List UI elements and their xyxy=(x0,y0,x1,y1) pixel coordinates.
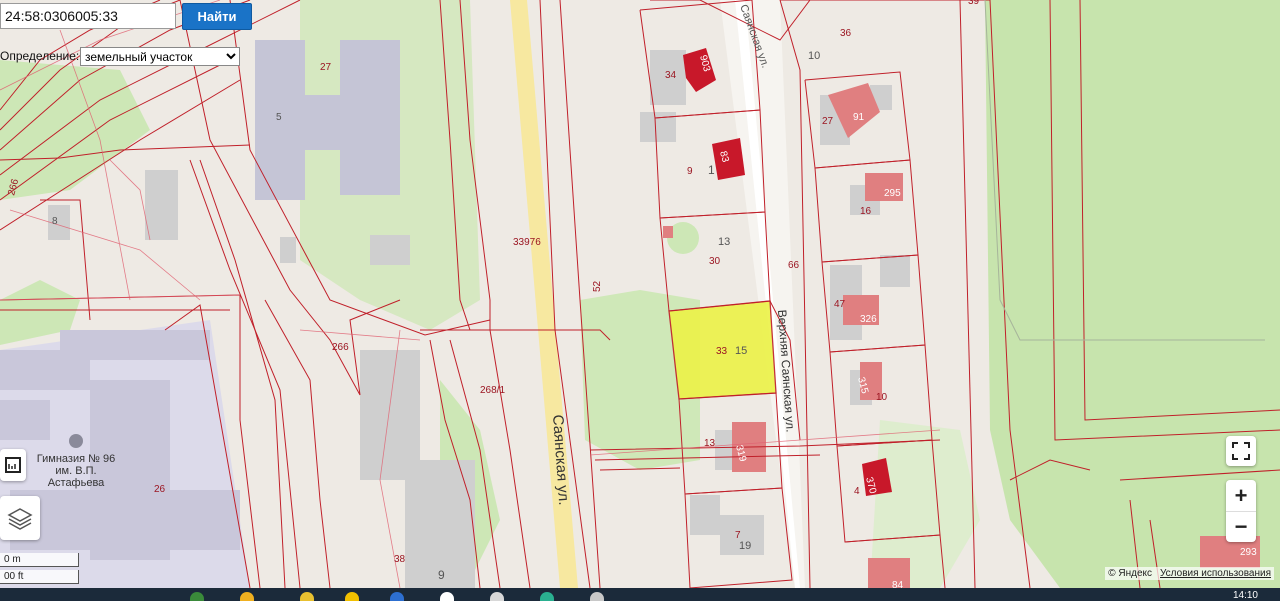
parcel-label: 5 xyxy=(276,112,282,123)
zoom-control: + − xyxy=(1226,480,1256,542)
cadastral-map[interactable]: 27 5 266 8 33976 52 266 268/1 26 38 9 34… xyxy=(0,0,1280,601)
parcel-label: 26 xyxy=(154,484,166,495)
messenger-icon[interactable] xyxy=(540,592,554,601)
zoom-out-button[interactable]: − xyxy=(1226,512,1256,542)
school-name-line3: Астафьева xyxy=(48,477,105,489)
fullscreen-icon xyxy=(1232,442,1250,460)
parcel-label: 10 xyxy=(876,392,888,403)
parcel-label: 326 xyxy=(860,314,877,325)
parcel-label: 19 xyxy=(739,540,751,552)
clock: 14:10 xyxy=(1232,590,1258,601)
ruler-icon xyxy=(5,457,21,473)
palm-icon[interactable] xyxy=(190,592,204,601)
zoom-in-button[interactable]: + xyxy=(1226,481,1256,511)
definition-select[interactable]: земельный участок xyxy=(80,47,240,66)
parcel-label: 33 xyxy=(716,346,728,357)
find-button[interactable]: Найти xyxy=(182,3,252,30)
definition-label: Определение: xyxy=(0,49,80,63)
scale-feet: 00 ft xyxy=(0,570,79,584)
parcel-label: 47 xyxy=(834,299,846,310)
window-icon[interactable] xyxy=(490,592,504,601)
parcel-label: 34 xyxy=(665,70,677,81)
parcel-label: 66 xyxy=(788,260,800,271)
calendar-icon[interactable] xyxy=(390,592,404,601)
map-attribution: © Яндекс Условия использования xyxy=(1105,567,1274,580)
parcel-label: 27 xyxy=(822,116,834,127)
parcel-label: 13 xyxy=(718,236,730,248)
minus-icon: − xyxy=(1234,513,1248,539)
parcel-label: 39 xyxy=(968,0,980,7)
parcel-label: 268/1 xyxy=(480,385,505,396)
parcel-label: 91 xyxy=(853,112,865,123)
parcel-label: 36 xyxy=(840,28,852,39)
school-name-line1: Гимназия № 96 xyxy=(37,453,115,465)
parcel-label: 266 xyxy=(332,342,349,353)
parcel-label: 15 xyxy=(735,345,747,357)
cadastral-number-input[interactable] xyxy=(0,3,176,29)
parcel-label: 8 xyxy=(52,216,58,227)
tray-app-icon[interactable] xyxy=(590,592,604,601)
parcel-label: 1 xyxy=(708,163,715,177)
parcel-label: 293 xyxy=(1240,547,1257,558)
parcel-label: 295 xyxy=(884,188,901,199)
scale-meters: 0 m xyxy=(0,553,79,567)
files-icon[interactable] xyxy=(300,592,314,601)
parcel-label: 33976 xyxy=(513,237,541,248)
layers-button[interactable] xyxy=(0,496,40,540)
parcel-label: 52 xyxy=(592,280,603,292)
parcel-label: 27 xyxy=(320,62,332,73)
folder-icon[interactable] xyxy=(240,592,254,601)
ruler-button[interactable] xyxy=(0,449,26,481)
plus-icon: + xyxy=(1234,482,1248,508)
parcel-label: 9 xyxy=(438,568,445,582)
school-name-line2: им. В.П. xyxy=(55,465,96,477)
chrome-icon[interactable] xyxy=(440,592,454,601)
parcel-label: 30 xyxy=(709,256,721,267)
yandex-copyright: © Яндекс xyxy=(1108,568,1152,579)
terms-link[interactable]: Условия использования xyxy=(1160,568,1271,579)
parcel-label: 4 xyxy=(854,486,860,497)
search-toolbar: Найти Определение: земельный участок xyxy=(0,0,256,70)
parcel-label: 38 xyxy=(394,554,406,565)
parcel-label: 9 xyxy=(687,166,693,177)
app-icon[interactable] xyxy=(345,592,359,601)
school-icon xyxy=(69,434,83,448)
layers-icon xyxy=(7,508,33,530)
parcel-label: 10 xyxy=(808,50,820,62)
parcel-label: 16 xyxy=(860,206,872,217)
fullscreen-button[interactable] xyxy=(1226,436,1256,466)
parcel-label: 13 xyxy=(704,438,716,449)
